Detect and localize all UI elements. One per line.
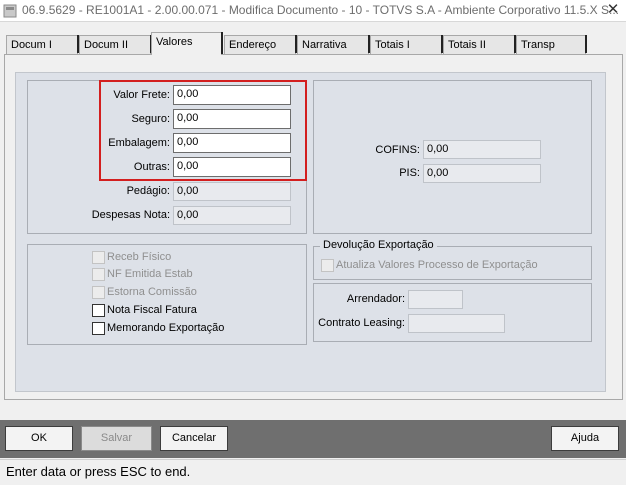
- highlight-rectangle: [99, 80, 307, 181]
- estorna-comissao-label: Estorna Comissão: [107, 286, 197, 298]
- status-bar: Enter data or press ESC to end.: [0, 459, 626, 485]
- tab-totais-i[interactable]: Totais I: [370, 35, 443, 54]
- contrato-leasing-label: Contrato Leasing:: [318, 317, 405, 329]
- nf-emitida-estab-label: NF Emitida Estab: [107, 268, 193, 280]
- tab-label: Transp: [521, 39, 555, 51]
- tab-endereco[interactable]: Endereço: [224, 35, 297, 54]
- cofins-field: 0,00: [423, 140, 541, 159]
- memorando-exportacao-label: Memorando Exportação: [107, 322, 225, 334]
- contrato-leasing-field: [408, 314, 505, 333]
- tab-totais-ii[interactable]: Totais II: [443, 35, 516, 54]
- pedagio-label: Pedágio:: [126, 185, 170, 197]
- despesas-nota-label: Despesas Nota:: [91, 209, 170, 221]
- arrendador-field: [408, 290, 463, 309]
- tab-label: Valores: [156, 36, 193, 48]
- window-title: 06.9.5629 - RE1001A1 - 2.00.00.071 - Mod…: [22, 3, 619, 17]
- atualiza-valores-checkbox[interactable]: [321, 259, 334, 272]
- cancelar-button[interactable]: Cancelar: [160, 426, 228, 451]
- arrendador-label: Arrendador:: [346, 293, 405, 305]
- tab-label: Endereço: [229, 39, 277, 51]
- tab-docum-ii[interactable]: Docum II: [79, 35, 152, 54]
- despesas-nota-field: 0,00: [173, 206, 291, 225]
- tab-label: Totais II: [448, 39, 486, 51]
- estorna-comissao-checkbox[interactable]: [92, 286, 105, 299]
- nf-emitida-estab-checkbox[interactable]: [92, 268, 105, 281]
- salvar-button[interactable]: Salvar: [81, 426, 152, 451]
- tab-label: Totais I: [375, 39, 410, 51]
- cofins-label: COFINS:: [375, 144, 420, 156]
- memorando-exportacao-checkbox[interactable]: [92, 322, 105, 335]
- tab-label: Docum I: [11, 39, 52, 51]
- tab-label: Docum II: [84, 39, 129, 51]
- pis-label: PIS:: [399, 167, 420, 179]
- receb-fisico-checkbox[interactable]: [92, 251, 105, 264]
- nota-fiscal-fatura-label: Nota Fiscal Fatura: [107, 304, 197, 316]
- nota-fiscal-fatura-checkbox[interactable]: [92, 304, 105, 317]
- ajuda-button[interactable]: Ajuda: [551, 426, 619, 451]
- tab-label: Narrativa: [302, 39, 347, 51]
- tab-transp[interactable]: Transp: [516, 35, 587, 54]
- atualiza-valores-label: Atualiza Valores Processo de Exportação: [336, 259, 538, 271]
- tab-narrativa[interactable]: Narrativa: [297, 35, 370, 54]
- devolucao-exportacao-title: Devolução Exportação: [320, 239, 437, 251]
- ok-button[interactable]: OK: [5, 426, 73, 451]
- tab-docum-i[interactable]: Docum I: [6, 35, 79, 54]
- pis-field: 0,00: [423, 164, 541, 183]
- pedagio-field: 0,00: [173, 182, 291, 201]
- app-icon: [3, 4, 17, 18]
- tab-valores[interactable]: Valores: [151, 32, 223, 55]
- receb-fisico-label: Receb Físico: [107, 251, 172, 263]
- close-icon[interactable]: ✕: [600, 0, 626, 22]
